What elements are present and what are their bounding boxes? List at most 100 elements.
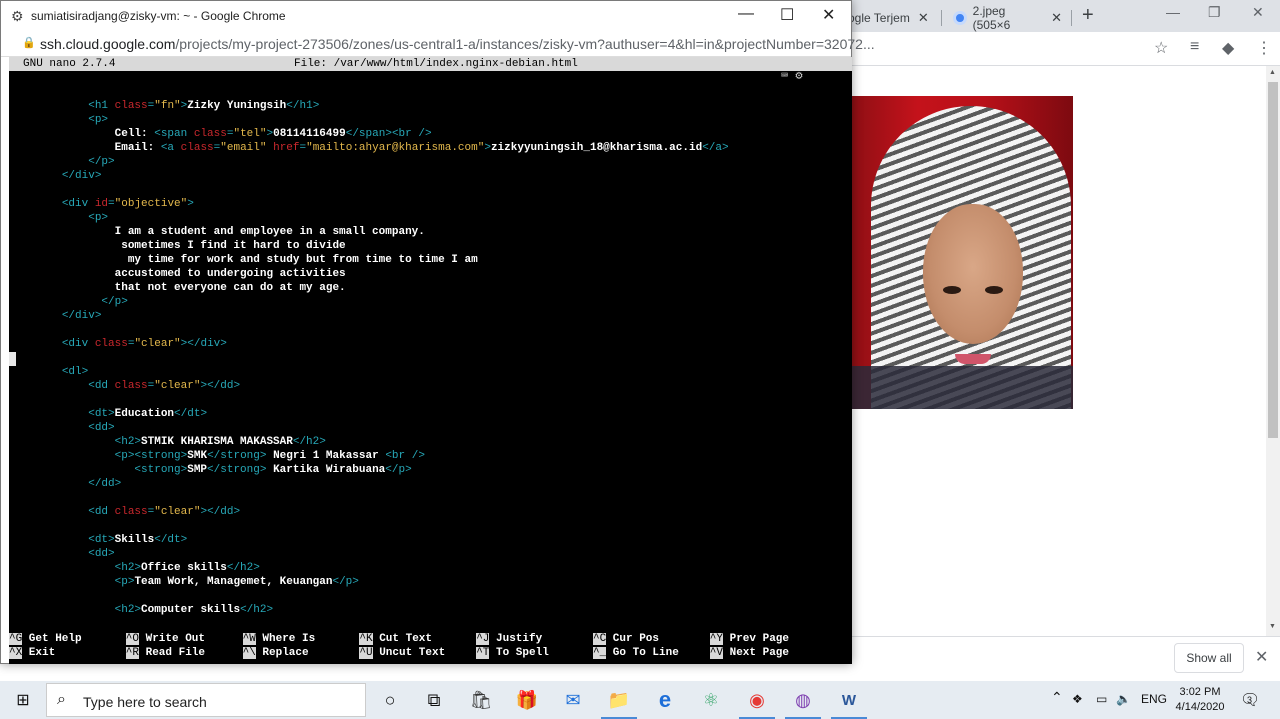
page-scrollbar[interactable]: ▲ ▼	[1266, 66, 1280, 636]
edge-icon[interactable]: e	[643, 684, 687, 716]
restore-icon[interactable]: ❐	[1208, 4, 1221, 21]
editor-line[interactable]: <dd>	[9, 421, 114, 435]
editor-line[interactable]: that not everyone can do at my age.	[9, 281, 346, 295]
nano-shortcut[interactable]: ^V Next Page	[709, 646, 789, 660]
editor-line[interactable]: </p>	[9, 295, 127, 309]
editor-line[interactable]: <p>Team Work, Managemet, Keuangan</p>	[9, 575, 359, 589]
nano-shortcut[interactable]: ^O Write Out	[125, 632, 205, 646]
editor-line[interactable]: I am a student and employee in a small c…	[9, 225, 425, 239]
editor-line[interactable]: Email: <a class="email" href="mailto:ahy…	[9, 141, 729, 155]
atom-app-icon[interactable]: ⚛	[689, 684, 733, 716]
editor-line[interactable]: <p>	[9, 211, 108, 225]
nano-shortcut[interactable]: ^J Justify	[476, 632, 542, 646]
tab-image[interactable]: 2.jpeg (505×6 ✕	[945, 4, 1070, 32]
task-view-icon[interactable]: ⧉	[412, 684, 456, 716]
nano-shortcut[interactable]: ^_ Go To Line	[593, 646, 679, 660]
browser-menu-icon[interactable]: ⋮	[1256, 38, 1272, 58]
shortcut-key: ^_	[593, 647, 607, 659]
notification-count: 3	[1247, 695, 1253, 705]
editor-line[interactable]: </div>	[9, 169, 102, 183]
minimize-icon[interactable]: —	[1166, 4, 1180, 20]
editor-line[interactable]: <h2>Computer skills</h2>	[9, 603, 273, 617]
shortcut-label: Cut Text	[372, 633, 433, 645]
terminal-settings-icon[interactable]: ⌨ ⚙	[781, 69, 803, 83]
close-download-bar-icon[interactable]: ✕	[1255, 647, 1268, 667]
nano-shortcut[interactable]: ^K Cut Text	[359, 632, 432, 646]
editor-line[interactable]: </p>	[9, 155, 114, 169]
editor-line[interactable]: <dt>Education</dt>	[9, 407, 207, 421]
media-app-icon[interactable]: ◍	[781, 684, 825, 719]
text-cursor	[9, 352, 16, 366]
ssh-terminal[interactable]: GNU nano 2.7.4 File: /var/www/html/index…	[9, 57, 852, 664]
nano-shortcut[interactable]: ^T To Spell	[476, 646, 549, 660]
nano-shortcut[interactable]: ^\ Replace	[242, 646, 309, 660]
file-explorer-icon[interactable]: 📁	[597, 684, 641, 719]
editor-line[interactable]: <dd class="clear"></dd>	[9, 505, 240, 519]
close-tab-icon[interactable]: ✕	[1051, 10, 1062, 26]
editor-line[interactable]: <h2>Office skills</h2>	[9, 561, 260, 575]
store-icon[interactable]: 🛍	[459, 684, 503, 716]
scroll-down-icon[interactable]: ▼	[1269, 623, 1276, 630]
window-title: sumiatisiradjang@zisky-vm: ~ - Google Ch…	[31, 9, 286, 23]
editor-line[interactable]: <dd class="clear"></dd>	[9, 379, 240, 393]
editor-line[interactable]: </dd>	[9, 477, 121, 491]
nano-shortcut[interactable]: ^C Cur Pos	[593, 632, 659, 646]
language-indicator[interactable]: ENG	[1141, 692, 1167, 706]
editor-line[interactable]: <strong>SMP</strong> Kartika Wirabuana</…	[9, 463, 411, 477]
battery-icon[interactable]: ▭	[1096, 692, 1107, 706]
editor-line[interactable]: <div class="clear"></div>	[9, 337, 227, 351]
editor-line[interactable]: <div id="objective">	[9, 197, 194, 211]
editor-line[interactable]: accustomed to undergoing activities	[9, 267, 346, 281]
url-text[interactable]: ssh.cloud.google.com/projects/my-project…	[40, 36, 875, 52]
maximize-icon[interactable]: ☐	[780, 5, 794, 25]
nano-shortcut[interactable]: ^U Uncut Text	[359, 646, 445, 660]
editor-line[interactable]: </div>	[9, 309, 102, 323]
close-window-icon[interactable]: ✕	[822, 5, 835, 25]
show-all-button[interactable]: Show all	[1174, 643, 1244, 673]
editor-line[interactable]: <dl>	[9, 365, 88, 379]
cortana-icon[interactable]: ○	[368, 684, 412, 716]
tab-google-translate[interactable]: ogle Terjem ✕	[840, 4, 940, 32]
new-tab-icon[interactable]: +	[1082, 4, 1094, 27]
nano-shortcut[interactable]: ^X Exit	[9, 646, 55, 660]
bookmark-star-icon[interactable]: ☆	[1154, 38, 1168, 58]
reading-list-icon[interactable]: ≡	[1190, 38, 1199, 56]
shortcut-label: Go To Line	[606, 647, 679, 659]
close-window-icon[interactable]: ✕	[1252, 4, 1264, 21]
minimize-icon[interactable]: —	[738, 5, 754, 23]
search-placeholder: Type here to search	[83, 694, 207, 710]
shortcut-key: ^X	[9, 647, 23, 659]
shortcut-label: Uncut Text	[372, 647, 446, 659]
windows-start-icon[interactable]: ⊞	[0, 681, 46, 719]
nano-shortcut[interactable]: ^G Get Help	[9, 632, 82, 646]
editor-line[interactable]: <dt>Skills</dt>	[9, 533, 187, 547]
address-bar[interactable]: 🔒 ssh.cloud.google.com/projects/my-proje…	[1, 31, 875, 57]
close-tab-icon[interactable]: ✕	[918, 10, 929, 26]
editor-line[interactable]: sometimes I find it hard to divide	[9, 239, 345, 253]
volume-icon[interactable]: 🔈	[1116, 692, 1131, 706]
taskbar-clock[interactable]: 3:02 PM 4/14/2020	[1172, 685, 1228, 715]
dropbox-icon[interactable]: ❖	[1072, 692, 1083, 706]
tray-chevron-icon[interactable]: ⌃	[1051, 689, 1063, 706]
editor-line[interactable]: <dd>	[9, 547, 114, 561]
nano-shortcut[interactable]: ^Y Prev Page	[709, 632, 789, 646]
editor-line[interactable]: <h1 class="fn">Zizky Yuningsih</h1>	[9, 99, 319, 113]
ssh-browser-window: ⚙ sumiatisiradjang@zisky-vm: ~ - Google …	[0, 0, 875, 664]
editor-line[interactable]: my time for work and study but from time…	[9, 253, 478, 267]
chrome-icon[interactable]: ◉	[735, 684, 779, 719]
notification-icon[interactable]: 🗨 3	[1240, 690, 1260, 710]
editor-line[interactable]: <h2>STMIK KHARISMA MAKASSAR</h2>	[9, 435, 326, 449]
extension-icon[interactable]: ◆	[1222, 38, 1234, 58]
scroll-up-icon[interactable]: ▲	[1269, 69, 1276, 76]
nano-shortcut[interactable]: ^W Where Is	[242, 632, 315, 646]
mail-icon[interactable]: ✉	[551, 684, 595, 716]
word-icon[interactable]: W	[827, 684, 871, 719]
editor-line[interactable]: <p><strong>SMK</strong> Negri 1 Makassar…	[9, 449, 425, 463]
editor-line[interactable]: <p>	[9, 113, 108, 127]
taskbar-search[interactable]: ⌕ Type here to search	[46, 683, 366, 717]
editor-line[interactable]: Cell: <span class="tel">08114116499</spa…	[9, 127, 432, 141]
gift-app-icon[interactable]: 🎁	[505, 684, 549, 716]
nano-shortcut[interactable]: ^R Read File	[125, 646, 205, 660]
gear-icon[interactable]: ⚙	[11, 8, 24, 25]
scrollbar-thumb[interactable]	[1268, 82, 1278, 438]
